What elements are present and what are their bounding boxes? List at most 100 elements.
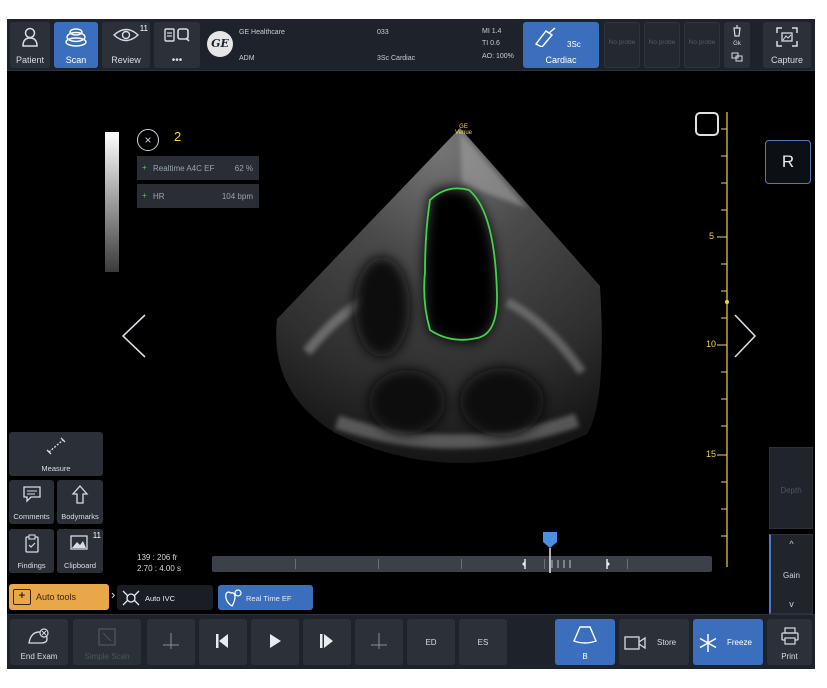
gain-down-icon[interactable]: v [771, 599, 812, 609]
store-button[interactable]: Store [619, 619, 689, 665]
print-button[interactable]: Print [767, 619, 812, 665]
bodymarks-button[interactable]: Bodymarks [57, 480, 103, 524]
findings-label: Findings [17, 561, 46, 570]
b-mode-sector-icon [573, 626, 597, 644]
patient-label: Patient [15, 55, 45, 65]
review-button[interactable]: 11 Review [102, 22, 150, 68]
image-clipboard-icon [70, 535, 88, 550]
ef-measurement-row[interactable]: + Realtime A4C EF 62 % [137, 156, 259, 180]
no-probe-slot-2[interactable]: No probe [644, 22, 680, 68]
gain-control[interactable]: ^ Gain v [769, 534, 813, 614]
no-probe-slot-3[interactable]: No probe [684, 22, 720, 68]
clipboard-button[interactable]: 11 Clipboard [57, 529, 103, 573]
ge-venue-tag: GE Venue [455, 124, 473, 136]
previous-image-arrow[interactable] [115, 310, 151, 362]
probe-preset: 3Sc Cardiac [377, 55, 416, 62]
close-measurements-button[interactable]: × [137, 129, 159, 151]
simple-scan-icon [98, 628, 116, 646]
cine-position-handle[interactable] [542, 531, 558, 575]
review-label: Review [111, 55, 141, 65]
ao-value: AO: 100% [482, 53, 514, 60]
depth-label-5: 5 [709, 231, 715, 241]
b-mode-label: B [582, 652, 588, 661]
plus-icon: + [142, 163, 147, 172]
realtime-ef-label: Real Time EF [246, 594, 292, 603]
patient-button[interactable]: Patient [10, 22, 50, 68]
grayscale-bar [105, 132, 119, 272]
no-probe-slot-1[interactable]: No probe [604, 22, 640, 68]
findings-button[interactable]: Findings [9, 529, 54, 573]
ge-logo: GE [207, 31, 233, 57]
gel-warmer-button[interactable]: Gk [724, 22, 750, 68]
ultrasound-image-area[interactable]: × 2 + Realtime A4C EF 62 % + HR 104 bpm … [7, 72, 815, 612]
auto-ivc-button[interactable]: Auto IVC [117, 585, 213, 610]
depth-label-15: 15 [706, 449, 717, 459]
probe-button[interactable]: 3Sc Cardiac [523, 22, 599, 68]
measure-button[interactable]: Measure [9, 432, 103, 476]
depth-control[interactable]: Depth [769, 447, 813, 529]
measure-label: Measure [41, 464, 71, 473]
ed-label: ED [425, 638, 437, 647]
arrow-up-icon [71, 485, 89, 504]
worksheet-button[interactable]: ••• [154, 22, 200, 68]
focus-marker[interactable] [695, 112, 719, 136]
no-probe-label-1: No probe [608, 39, 636, 46]
measurement-value: 62 % [234, 164, 253, 173]
cine-range-markers[interactable] [522, 556, 612, 572]
measurement-key: HR [153, 192, 165, 201]
probe-app: Cardiac [545, 55, 577, 65]
comments-button[interactable]: Comments [9, 480, 54, 524]
hr-measurement-row[interactable]: + HR 104 bpm [137, 184, 259, 208]
print-label: Print [781, 652, 798, 661]
probe-name: 3Sc [567, 40, 581, 49]
capture-label: Capture [770, 55, 804, 65]
ultrasound-screen: Patient Scan 11 Review ••• GE GE Healthc… [7, 19, 815, 669]
simple-scan-button[interactable]: Simple Scan [73, 619, 141, 665]
capture-icon [776, 27, 798, 47]
measurement-value: 104 bpm [221, 192, 253, 201]
last-frame-button[interactable] [355, 619, 403, 665]
heart-ef-icon [225, 589, 242, 607]
video-camera-icon [624, 636, 646, 650]
scan-button[interactable]: Scan [54, 22, 98, 68]
previous-frame-button[interactable] [199, 619, 247, 665]
gain-up-icon[interactable]: ^ [771, 539, 812, 549]
link-icon [731, 52, 743, 62]
simple-scan-label: Simple Scan [84, 652, 130, 661]
no-probe-label-2: No probe [648, 39, 676, 46]
end-exam-label: End Exam [20, 652, 58, 661]
es-button[interactable]: ES [459, 619, 507, 665]
cine-timeline[interactable] [212, 556, 712, 572]
freeze-button[interactable]: Freeze [693, 619, 763, 665]
next-frame-button[interactable] [303, 619, 351, 665]
exam-code: 033 [377, 29, 389, 36]
top-bar: Patient Scan 11 Review ••• GE GE Healthc… [7, 19, 815, 71]
freeze-label: Freeze [727, 638, 752, 647]
realtime-ef-button[interactable]: Real Time EF [218, 585, 313, 610]
review-count-badge: 11 [139, 24, 148, 33]
first-frame-button[interactable] [147, 619, 195, 665]
auto-tools-button[interactable]: + Auto tools [9, 584, 109, 610]
capture-button[interactable]: Capture [763, 22, 811, 68]
clipboard-label: Clipboard [63, 561, 97, 570]
next-image-arrow[interactable] [731, 310, 761, 362]
end-exam-button[interactable]: End Exam [10, 619, 68, 665]
auto-ivc-label: Auto IVC [145, 594, 176, 603]
clipboard-count-badge: 11 [92, 531, 101, 540]
play-button[interactable] [251, 619, 299, 665]
comment-icon [22, 486, 41, 503]
ed-button[interactable]: ED [407, 619, 455, 665]
frame-marker-icon [371, 633, 387, 649]
frame-counter: 139 : 206 fr [137, 553, 178, 562]
gain-label: Gain [783, 571, 800, 580]
comments-label: Comments [13, 512, 50, 521]
operator-name: ADM [239, 55, 255, 62]
play-icon [270, 634, 281, 648]
findings-clipboard-icon [24, 534, 39, 553]
orientation-button[interactable]: R [765, 140, 811, 184]
ivc-icon [122, 590, 140, 606]
b-mode-button[interactable]: B [555, 619, 615, 665]
toolbox-icon: + [13, 589, 31, 605]
ti-value: TI 0.6 [482, 40, 500, 47]
no-probe-label-3: No probe [688, 39, 716, 46]
